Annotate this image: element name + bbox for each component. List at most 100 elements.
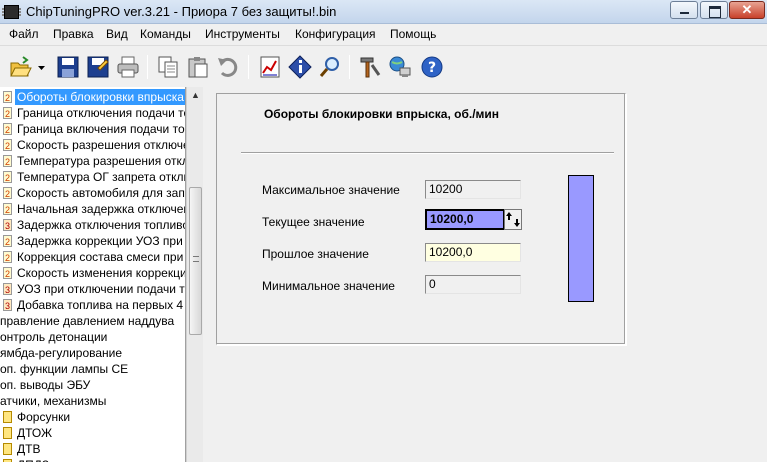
tree-item[interactable]: ямбда-регулирование (0, 345, 185, 361)
value-spinner[interactable] (504, 209, 522, 230)
tree-item[interactable]: оп. выводы ЭБУ (0, 377, 185, 393)
tree-item[interactable]: 2 Коррекция состава смеси при вс (0, 249, 186, 265)
tree-item-label: оп. выводы ЭБУ (0, 378, 91, 392)
tree-item[interactable]: 2 Температура разрешения отключ (0, 153, 186, 169)
tree-item[interactable]: правление давлением наддува (0, 313, 185, 329)
close-button[interactable]: ✕ (729, 1, 765, 19)
help-icon[interactable]: ? (420, 55, 444, 79)
divider (241, 152, 614, 154)
folder-icon (3, 427, 12, 439)
info-icon[interactable] (288, 55, 312, 79)
tree-item-label: правление давлением наддува (0, 314, 175, 328)
previous-value-label: Прошлое значение (262, 247, 369, 261)
parameter-group: Обороты блокировки впрыска, об./мин Макс… (216, 93, 626, 345)
tree-item[interactable]: 2 Граница отключения подачи топли (0, 105, 185, 121)
parameter-icon: 2 (3, 123, 12, 135)
menu-edit[interactable]: Правка (53, 27, 94, 41)
scroll-up-arrow-icon[interactable]: ▲ (187, 87, 204, 104)
tree-item-label: оп. функции лампы СЕ (0, 362, 129, 376)
network-icon[interactable] (388, 55, 412, 79)
current-value-label: Текущее значение (262, 215, 365, 229)
menu-bar: Файл Правка Вид Команды Инструменты Конф… (0, 24, 767, 44)
tree-item[interactable]: онтроль детонации (0, 329, 185, 345)
tree-item-label: онтроль детонации (0, 330, 108, 344)
menu-view[interactable]: Вид (106, 27, 128, 41)
tree-item[interactable]: оп. функции лампы СЕ (0, 361, 185, 377)
parameter-icon: 3 (3, 219, 12, 231)
tree-item-label: Скорость разрешения отключени (17, 138, 186, 152)
tree-item[interactable]: ДТОЖ (0, 425, 185, 441)
current-value-input[interactable]: 10200,0 (425, 209, 505, 230)
undo-icon[interactable] (216, 55, 240, 79)
tree-item[interactable]: ДТВ (0, 441, 185, 457)
print-icon[interactable] (116, 55, 140, 79)
tree-item[interactable]: 3 Добавка топлива на первых 4 та (0, 297, 185, 313)
tree-item[interactable]: 3 УОЗ при отключении подачи топл (0, 281, 185, 297)
parameter-title: Обороты блокировки впрыска, об./мин (263, 107, 500, 121)
tree-item[interactable]: ДПДЗ (0, 457, 185, 462)
tree-item-label: Коррекция состава смеси при вс (17, 250, 186, 264)
tools-icon[interactable] (358, 55, 382, 79)
parameter-icon: 2 (3, 187, 12, 199)
scroll-thumb[interactable] (189, 187, 202, 335)
paste-icon[interactable] (186, 55, 210, 79)
menu-tools[interactable]: Инструменты (205, 27, 280, 41)
toolbar-separator (147, 55, 148, 79)
save-as-icon[interactable] (86, 55, 110, 79)
parameter-icon: 2 (3, 155, 12, 167)
tree-item-label: ямбда-регулирование (0, 346, 123, 360)
minimize-button[interactable] (670, 1, 698, 19)
parameter-icon: 2 (3, 171, 12, 183)
parameter-icon: 2 (3, 251, 12, 263)
tree-item[interactable]: 2 Скорость разрешения отключени (0, 137, 186, 153)
tree-item[interactable]: 2 Задержка коррекции УОЗ при от (0, 233, 185, 249)
tree-item-label: Скорость изменения коррекции (17, 266, 186, 280)
parameter-panel: Обороты блокировки впрыска, об./мин Макс… (207, 87, 767, 462)
parameter-icon: 3 (3, 299, 12, 311)
menu-configuration[interactable]: Конфигурация (295, 27, 376, 41)
chip-icon (2, 5, 21, 19)
toolbar-separator (248, 55, 249, 79)
menu-file[interactable]: Файл (9, 27, 39, 41)
parameter-tree[interactable]: 2 Обороты блокировки впрыска 2 Граница откл… (0, 87, 186, 462)
save-icon[interactable] (56, 55, 80, 79)
parameter-icon: 2 (3, 203, 12, 215)
menu-help[interactable]: Помощь (390, 27, 436, 41)
search-icon[interactable] (318, 55, 342, 79)
tree-item[interactable]: атчики, механизмы (0, 393, 185, 409)
tree-item-label: Температура разрешения отключ (17, 154, 186, 168)
tree-item[interactable]: 2 Граница включения подачи топли (0, 121, 185, 137)
tree-item-label: ДТОЖ (17, 426, 53, 440)
previous-value-field: 10200,0 (425, 243, 521, 262)
tree-item[interactable]: 2 Скорость изменения коррекции (0, 265, 186, 281)
tree-item[interactable]: 3 Задержка отключения топливоп (0, 217, 185, 233)
parameter-icon: 2 (3, 235, 12, 247)
dropdown-arrow-icon[interactable] (36, 55, 48, 79)
min-value-label: Минимальное значение (262, 279, 395, 293)
svg-text:?: ? (428, 60, 436, 76)
parameter-icon: 2 (3, 139, 12, 151)
maximize-button[interactable] (700, 1, 728, 19)
chart-icon[interactable] (258, 55, 282, 79)
tree-item-label: Граница отключения подачи топли (17, 106, 185, 120)
tree-item[interactable]: 2 Обороты блокировки впрыска (0, 89, 185, 105)
tree-scrollbar[interactable]: ▲ (186, 87, 203, 462)
tree-item[interactable]: 2 Начальная задержка отключения (0, 201, 185, 217)
tree-item-label: атчики, механизмы (0, 394, 107, 408)
toolbar-separator (349, 55, 350, 79)
folder-icon (3, 443, 12, 455)
tree-item-label: Скорость автомобиля для запрет (17, 186, 186, 200)
tree-item-label: УОЗ при отключении подачи топл (17, 282, 185, 296)
parameter-icon: 2 (3, 91, 12, 103)
max-value-field: 10200 (425, 180, 521, 199)
menu-commands[interactable]: Команды (140, 27, 191, 41)
tree-item-label: Форсунки (17, 410, 71, 424)
tree-item-label: Граница включения подачи топли (17, 122, 185, 136)
open-icon[interactable] (8, 55, 32, 79)
toolbar: ? (0, 45, 767, 87)
tree-item[interactable]: 2 Скорость автомобиля для запрет (0, 185, 186, 201)
window-title: ChipTuningPRO ver.3.21 - Приора 7 без за… (26, 4, 337, 19)
tree-item[interactable]: 2 Температура ОГ запрета отключ (0, 169, 185, 185)
copy-icon[interactable] (156, 55, 180, 79)
tree-item[interactable]: Форсунки (0, 409, 185, 425)
